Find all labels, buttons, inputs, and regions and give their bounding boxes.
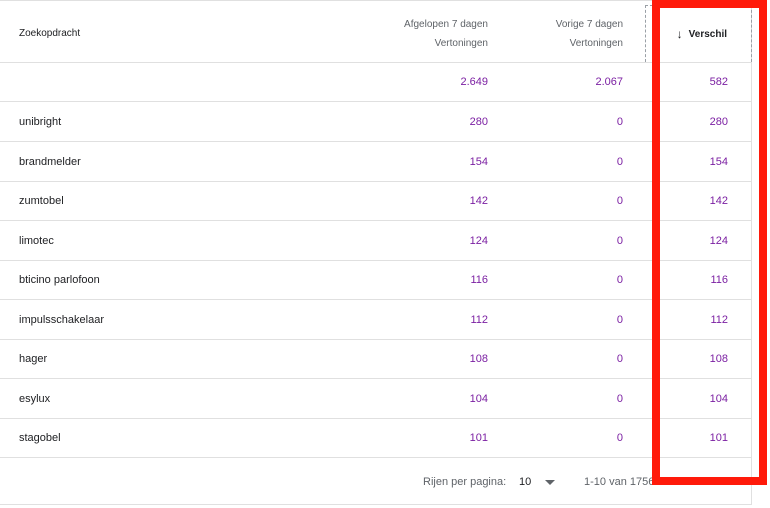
diff-cell: 280 (709, 115, 728, 128)
prev-7-days-cell: 0 (616, 431, 623, 444)
last-7-days-cell: 112 (470, 313, 488, 326)
query-cell[interactable]: esylux (19, 379, 50, 418)
query-cell[interactable]: hager (19, 339, 47, 378)
table-row[interactable]: brandmelder 154 0 154 (0, 142, 752, 182)
caret-down-icon (545, 479, 556, 485)
pagination-bar: Rijen per pagina: 10 1-10 van 1756 (0, 459, 752, 505)
total-diff: 582 (709, 75, 728, 88)
header-diff-label: Verschil (688, 28, 727, 40)
last-7-days-cell: 101 (469, 431, 488, 444)
header-last-7-days-line1: Afgelopen 7 dagen (404, 18, 488, 30)
query-cell[interactable]: brandmelder (19, 142, 81, 181)
prev-7-days-cell: 0 (616, 273, 623, 286)
header-diff-content: ↓ Verschil (677, 6, 727, 62)
query-cell[interactable]: stagobel (19, 418, 61, 457)
prev-7-days-cell: 0 (616, 392, 623, 405)
last-7-days-cell: 142 (469, 194, 488, 207)
query-cell[interactable]: bticino parlofoon (19, 260, 100, 299)
diff-cell: 112 (710, 313, 728, 326)
last-7-days-cell: 124 (469, 234, 488, 247)
table-row[interactable]: stagobel 101 0 101 (0, 418, 752, 458)
rows-per-page-value: 10 (519, 476, 532, 488)
pagination-range: 1-10 van 1756 (584, 476, 655, 488)
prev-7-days-cell: 0 (616, 313, 623, 326)
diff-cell: 108 (709, 352, 728, 365)
query-cell[interactable]: unibright (19, 102, 61, 141)
table-header-row: Zoekopdracht Afgelopen 7 dagen Vertoning… (0, 5, 752, 63)
rows-per-page-select[interactable]: 10 (519, 459, 556, 505)
prev-7-days-cell: 0 (616, 194, 623, 207)
header-diff[interactable]: ↓ Verschil (645, 5, 752, 62)
rows-per-page-label: Rijen per pagina: (423, 476, 507, 488)
arrow-down-icon: ↓ (676, 27, 683, 41)
header-last-7-days-line2: Vertoningen (434, 37, 488, 49)
prev-7-days-cell: 0 (616, 234, 623, 247)
last-7-days-cell: 280 (469, 115, 488, 128)
query-cell[interactable]: limotec (19, 221, 54, 260)
diff-cell: 142 (709, 194, 728, 207)
table-row[interactable]: impulsschakelaar 112 0 112 (0, 300, 752, 340)
prev-7-days-cell: 0 (616, 155, 623, 168)
last-7-days-cell: 154 (469, 155, 488, 168)
table-row[interactable]: limotec 124 0 124 (0, 221, 752, 261)
query-cell[interactable]: zumtobel (19, 181, 64, 220)
total-last-7-days: 2.649 (460, 75, 488, 88)
prev-7-days-cell: 0 (616, 115, 623, 128)
diff-cell: 104 (709, 392, 728, 405)
header-query[interactable]: Zoekopdracht (19, 5, 80, 62)
header-prev-7-days-line2: Vertoningen (569, 37, 623, 49)
diff-cell: 154 (709, 155, 728, 168)
last-7-days-cell: 108 (469, 352, 488, 365)
table-row[interactable]: zumtobel 142 0 142 (0, 181, 752, 221)
diff-cell: 116 (710, 273, 728, 286)
table-row[interactable]: unibright 280 0 280 (0, 102, 752, 142)
query-cell[interactable]: impulsschakelaar (19, 300, 104, 339)
last-7-days-cell: 116 (470, 273, 488, 286)
diff-cell: 101 (709, 431, 728, 444)
last-7-days-cell: 104 (469, 392, 488, 405)
diff-cell: 124 (709, 234, 728, 247)
header-prev-7-days-line1: Vorige 7 dagen (555, 18, 623, 30)
table-row[interactable]: hager 108 0 108 (0, 339, 752, 379)
totals-row: 2.649 2.067 582 (0, 62, 752, 102)
table-row[interactable]: esylux 104 0 104 (0, 379, 752, 419)
header-last-7-days[interactable]: Afgelopen 7 dagen Vertoningen (404, 5, 488, 62)
prev-7-days-cell: 0 (616, 352, 623, 365)
header-prev-7-days[interactable]: Vorige 7 dagen Vertoningen (556, 5, 623, 62)
total-prev-7-days: 2.067 (595, 75, 623, 88)
queries-table: Zoekopdracht Afgelopen 7 dagen Vertoning… (0, 0, 752, 505)
table-row[interactable]: bticino parlofoon 116 0 116 (0, 260, 752, 300)
